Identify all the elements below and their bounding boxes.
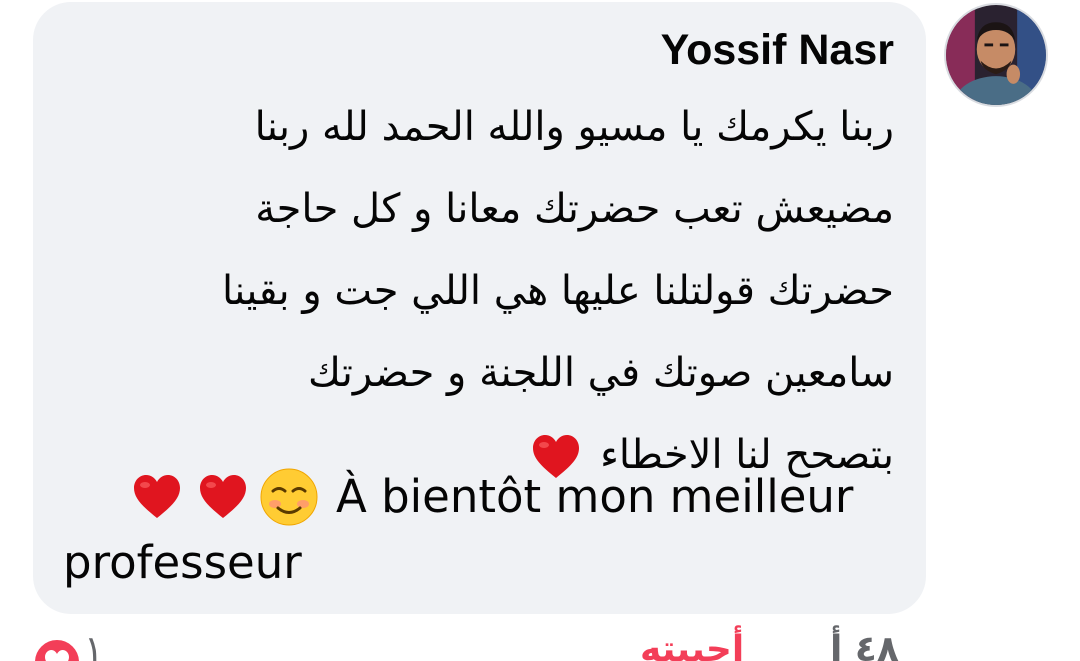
comment-author[interactable]: Yossif Nasr (661, 26, 894, 75)
french-text-line: À bientôt mon meilleur (336, 470, 854, 523)
more-dots: ... (575, 651, 627, 661)
red-heart-emoji-icon (198, 474, 248, 520)
smiling-face-emoji-icon (258, 466, 320, 528)
comment-french-text: À bientôt mon meilleur professeur (63, 464, 903, 596)
profile-photo-icon (946, 5, 1046, 105)
comment-french-line1: À bientôt mon meilleur (63, 464, 903, 530)
comment-arabic-text: ربنا يكرمك يا مسيو والله الحمد لله ربنا … (94, 86, 894, 496)
comment-timestamp[interactable]: ٤٨ أ (830, 629, 899, 661)
love-reaction-icon[interactable] (32, 637, 82, 661)
comment-bubble: Yossif Nasr ربنا يكرمك يا مسيو والله الح… (33, 2, 926, 614)
reaction-count: ١ (84, 629, 104, 661)
french-text-line: professeur (63, 536, 302, 589)
love-reaction-button[interactable]: أحببته (640, 629, 744, 661)
red-heart-emoji-icon (132, 474, 182, 520)
comment-footer: ١ ... أحببته ٤٨ أ (0, 625, 1080, 661)
avatar[interactable] (944, 3, 1048, 107)
comment-line: ربنا يكرمك يا مسيو والله الحمد لله ربنا (254, 104, 894, 150)
comment-line: سامعين صوتك في اللجنة و حضرتك (308, 350, 894, 396)
comment-line: حضرتك قولتلنا عليها هي اللي جت و بقينا (221, 268, 894, 314)
comment-line: مضيعش تعب حضرتك معانا و كل حاجة (255, 186, 894, 232)
